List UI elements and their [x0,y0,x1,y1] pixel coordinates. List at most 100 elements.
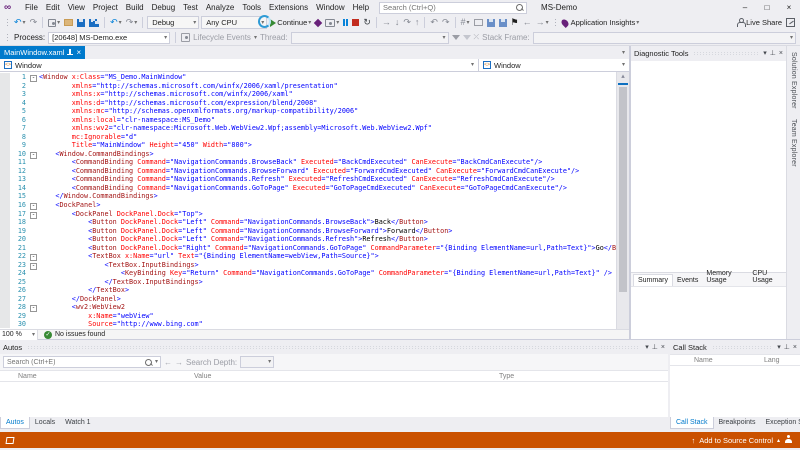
column-header-value[interactable]: Value [194,373,499,380]
menu-window[interactable]: Window [312,2,348,13]
undo-history-button[interactable]: ↶ [429,16,439,29]
breakpoint-gutter[interactable] [0,166,10,176]
show-next-statement-button[interactable]: → [381,16,392,29]
breakpoint-gutter[interactable] [0,158,10,167]
thread-dropdown[interactable]: ▾ [290,31,449,44]
breakpoint-gutter[interactable] [0,302,10,312]
breakpoint-gutter[interactable] [0,149,10,159]
breakpoint-gutter[interactable] [0,81,10,91]
bookmark-button[interactable]: ⚑ [510,16,520,29]
bottom-tab-call-stack[interactable]: Call Stack [670,417,714,429]
search-input[interactable] [380,3,516,12]
live-visual-tree-button[interactable]: ▾ [324,16,340,29]
bottom-tab-autos[interactable]: Autos [0,417,30,429]
pin-icon[interactable] [67,48,74,57]
autos-header[interactable]: Autos ▾ ⊥ × [0,341,668,354]
breakpoint-gutter[interactable] [0,107,10,116]
breakpoint-gutter[interactable] [0,217,10,227]
menu-extensions[interactable]: Extensions [265,2,312,13]
breakpoint-gutter[interactable] [0,251,10,261]
menu-debug[interactable]: Debug [148,2,180,13]
menu-file[interactable]: File [21,2,42,13]
search-forward-icon[interactable]: → [175,358,183,367]
column-header-type[interactable]: Type [499,373,668,380]
window-position-dropdown-icon[interactable]: ▾ [645,343,649,352]
bottom-tab-exception-settings[interactable]: Exception Settings [760,417,800,428]
next-bookmark-button[interactable]: → ▾ [535,16,550,29]
close-button[interactable]: × [778,2,800,13]
menu-tools[interactable]: Tools [238,2,265,13]
bottom-tab-breakpoints[interactable]: Breakpoints [714,417,761,428]
toolbar-grip[interactable] [6,33,9,42]
breakpoint-gutter[interactable] [0,175,10,184]
menu-view[interactable]: View [64,2,89,13]
breakpoint-gutter[interactable] [0,294,10,303]
chevron-up-icon[interactable]: ▴ [777,437,780,444]
menu-project[interactable]: Project [89,2,122,13]
code-editor[interactable]: 1- <Window x:Class="MS_Demo.MainWindow" 2 … [0,72,629,329]
breakpoint-gutter[interactable] [0,243,10,252]
scroll-up-icon[interactable]: ▴ [617,72,629,81]
breakpoint-gutter[interactable] [0,277,10,286]
menu-test[interactable]: Test [179,2,202,13]
pin-icon[interactable]: ⊥ [784,343,790,352]
breakpoint-gutter[interactable] [0,260,10,269]
fold-toggle-icon[interactable]: - [28,149,39,159]
breakpoint-gutter[interactable] [0,98,10,108]
hot-reload-button[interactable] [314,16,323,29]
breadcrumb-element-dropdown[interactable]: <> Window ▾ [0,59,479,71]
suspend-icon[interactable]: ⤫ [474,34,480,42]
tab-mainwindow-xaml[interactable]: MainWindow.xaml × [0,46,86,59]
step-into-button[interactable]: ↓ [394,16,401,29]
breadcrumb-member-dropdown[interactable]: <> Window ▾ [479,59,629,71]
editor-zoom-dropdown[interactable]: 100 % ▾ [0,329,38,340]
maximize-button[interactable]: □ [756,2,778,13]
bottom-tab-watch-1[interactable]: Watch 1 [60,417,95,428]
diagnostic-tools-header[interactable]: Diagnostic Tools ▾ ⊥ × [631,46,786,61]
live-share-button[interactable]: Live Share [735,16,783,29]
search-depth-dropdown[interactable]: ▾ [240,356,275,368]
breakpoint-gutter[interactable] [0,124,10,133]
navigate-forward-button[interactable]: ↷ [29,16,39,29]
scrollbar-thumb[interactable] [619,87,627,292]
stop-debugging-button[interactable] [351,16,360,29]
call-stack-header[interactable]: Call Stack ▾ ⊥ × [670,341,800,354]
quick-search-box[interactable] [379,1,528,14]
autos-search-input[interactable] [4,358,144,366]
pin-icon[interactable]: ⊥ [652,343,658,352]
stack-frame-dropdown[interactable]: ▾ [532,31,796,44]
add-to-source-control-button[interactable]: Add to Source Control [699,436,773,445]
collapse-box-icon[interactable]: - [30,305,37,313]
document-forward-button[interactable] [486,16,496,29]
step-out-button[interactable]: ↑ [414,16,421,29]
redo-button[interactable]: ↷ ▾ [125,16,139,29]
side-tab-solution-explorer[interactable]: Solution Explorer [790,52,797,109]
undo-button[interactable]: ↶ ▾ [109,16,123,29]
new-project-button[interactable]: ▾ [47,16,61,29]
column-header-name[interactable]: Name [0,373,194,380]
fold-toggle-icon[interactable]: - [28,72,39,83]
filter-icon[interactable] [451,35,460,40]
close-icon[interactable]: × [779,49,783,58]
menu-analyze[interactable]: Analyze [202,2,238,13]
breakpoint-gutter[interactable] [0,268,10,278]
open-file-button[interactable] [63,16,74,29]
breakpoint-gutter[interactable] [0,90,10,99]
collapse-box-icon[interactable]: - [30,262,37,270]
collapse-box-icon[interactable]: - [30,211,37,219]
breakpoint-gutter[interactable] [0,73,10,82]
breakpoint-gutter[interactable] [0,115,10,125]
close-icon[interactable]: × [661,343,665,352]
solution-configuration-dropdown[interactable]: Debug ▾ [147,16,200,29]
autos-content[interactable] [0,382,668,417]
toolbar-grip[interactable] [6,18,9,27]
collapse-box-icon[interactable]: - [30,151,37,159]
previous-bookmark-button[interactable]: ← [522,16,533,29]
breakpoint-gutter[interactable] [0,192,10,201]
column-header-lang[interactable]: Lang [764,357,800,364]
breakpoint-gutter[interactable] [0,200,10,210]
window-position-dropdown-icon[interactable]: ▾ [763,49,767,58]
call-stack-content[interactable] [670,366,800,417]
restart-button[interactable]: ↻ [362,16,372,29]
document-list-dropdown-icon[interactable]: ▾ [622,49,625,57]
